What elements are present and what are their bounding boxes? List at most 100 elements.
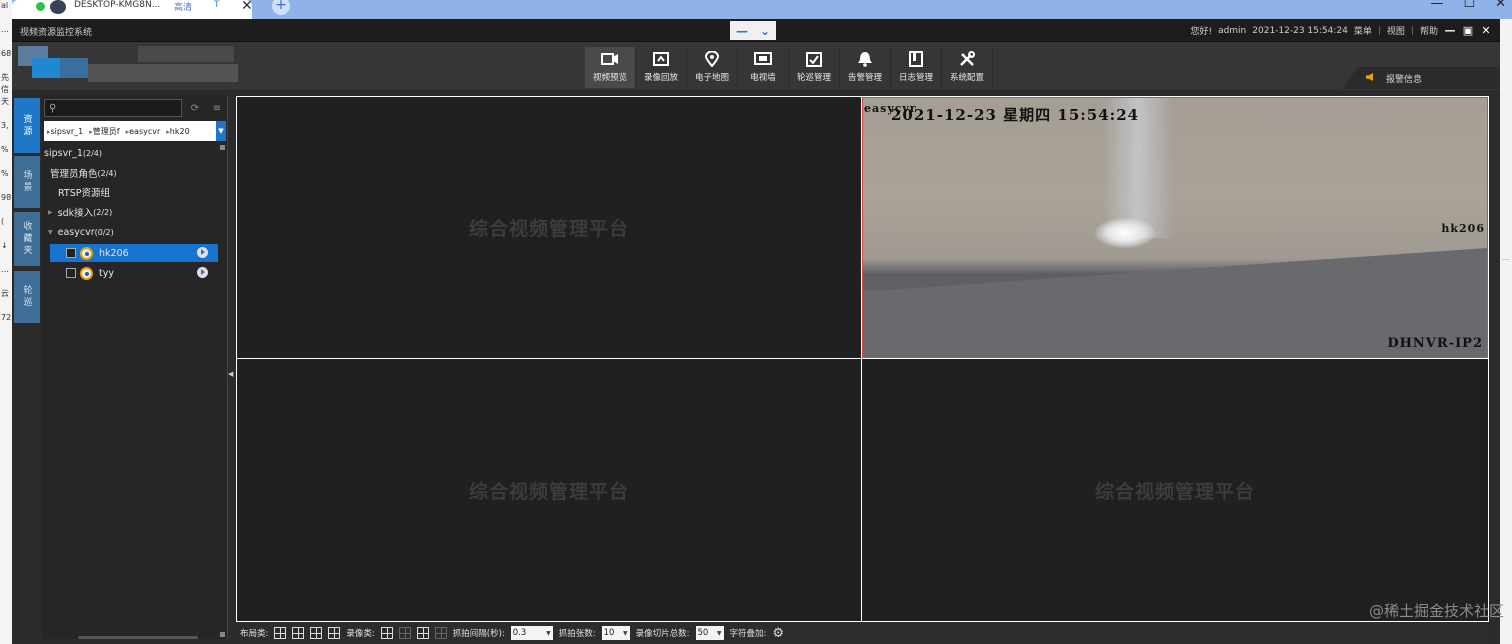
layout-4-grid-icon[interactable] [274, 627, 287, 639]
tree-node-admin-role[interactable]: 管理员角色 (2/4) [50, 164, 117, 182]
tree-node-sdk[interactable]: ▶ sdk接入 (2/2) [48, 203, 112, 221]
current-datetime: 2021-12-23 15:54:24 [1252, 25, 1348, 36]
close-tab-icon[interactable]: ✕ [241, 0, 253, 14]
capture-count-label: 抓拍张数: [558, 629, 596, 639]
collapse-caret-icon[interactable]: ▼ [48, 229, 53, 236]
browser-tab[interactable]: DESKTOP-KMG8N... 高清 T ✕ [12, 0, 253, 19]
tree-node-count: (2/4) [97, 168, 117, 178]
browser-minimize-icon[interactable]: — [1430, 0, 1443, 11]
background-text-fragment: … [1, 265, 9, 274]
recording-dot-icon [36, 2, 45, 11]
osd-datetime: 2021-12-23 星期四 15:54:24 [891, 106, 1140, 124]
layout-single-icon[interactable] [310, 627, 323, 639]
background-text-fragment: 72 [1, 313, 12, 322]
overlay-label: 字符叠加: [729, 629, 767, 639]
device-row-tyy[interactable]: tyy [50, 264, 218, 282]
horizontal-scrollbar[interactable] [78, 636, 198, 639]
breadcrumb-item[interactable]: 管理员f [86, 126, 122, 137]
record-grid-icon[interactable] [380, 627, 393, 639]
alarm-info-tab[interactable]: 报警信息 [1342, 67, 1500, 89]
slice-total-select[interactable]: 50 ▼ [695, 626, 724, 640]
collapse-panel-icon[interactable]: ◀ [228, 370, 234, 380]
browser-tab-quality[interactable]: 高清 [174, 0, 192, 13]
list-icon[interactable]: ≡ [208, 99, 226, 117]
patrol-check-icon [805, 51, 823, 67]
play-icon[interactable] [197, 267, 208, 278]
nav-button-bell[interactable]: 告警管理 [840, 47, 891, 88]
chevron-down-icon[interactable]: ⌄ [760, 24, 770, 38]
minus-icon[interactable]: — [736, 24, 748, 38]
nav-button-label: 告警管理 [847, 73, 882, 83]
capture-count-select[interactable]: 10 ▼ [601, 626, 630, 640]
video-cell-2-live[interactable]: easycvr 2021-12-23 星期四 15:54:24 hk206 DH… [862, 97, 1488, 358]
scroll-down-marker[interactable] [220, 632, 225, 637]
tree-node-easycvr[interactable]: ▼ easycvr (0/2) [48, 223, 114, 241]
app-title: 视频资源监控系统 [20, 28, 93, 38]
close-icon[interactable]: ✕ [1480, 24, 1492, 37]
background-text-fragment: 68 [1, 49, 12, 58]
maximize-icon[interactable]: ▣ [1462, 24, 1474, 37]
breadcrumb-dropdown-icon[interactable]: ▼ [216, 121, 226, 141]
nav-button-label: 电子地图 [694, 73, 729, 83]
nav-button-log-book[interactable]: 日志管理 [891, 47, 942, 88]
layout-custom-icon[interactable] [328, 627, 341, 639]
menu-link[interactable]: 菜单 [1354, 24, 1372, 37]
map-pin-icon [703, 51, 721, 67]
log-book-icon [907, 51, 925, 67]
device-checkbox[interactable] [66, 248, 76, 258]
bottom-toolbar: 布局类: 录像类: 抓拍间隔(秒): 0.3 ▼ 抓拍张数: 10 ▼ 录像切片… [236, 622, 1489, 644]
gear-icon[interactable]: ⚙ [772, 626, 784, 641]
window-mode-box[interactable]: — ⌄ [730, 21, 776, 40]
breadcrumb-item[interactable]: sipsvr_1 [44, 127, 86, 136]
new-tab-button[interactable]: + [272, 0, 290, 15]
capture-interval-select[interactable]: 0.3 ▼ [510, 626, 553, 640]
side-tab-1[interactable]: 场景 [14, 156, 40, 208]
resource-tree-panel: ⚲ ⟳ ≡ sipsvr_1 管理员f easycvr hk20 ▼ sipsv… [42, 95, 228, 639]
browser-tab-extra: T [214, 0, 220, 10]
view-link[interactable]: 视图 [1387, 24, 1405, 37]
tree-node-count: (0/2) [94, 227, 114, 237]
nav-button-tools[interactable]: 系统配置 [942, 47, 993, 88]
layout-9-grid-icon[interactable] [292, 627, 305, 639]
breadcrumb-item[interactable]: easycvr [123, 127, 164, 136]
nav-button-label: 系统配置 [949, 73, 984, 83]
capture-interval-value: 0.3 [512, 628, 527, 638]
browser-maximize-icon[interactable]: ☐ [1463, 0, 1475, 11]
nav-button-video-camera[interactable]: 视频预览 [585, 47, 636, 88]
browser-close-icon[interactable]: ✕ [1495, 0, 1506, 11]
side-tab-3[interactable]: 轮巡 [14, 271, 40, 323]
video-placeholder: 综合视频管理平台 [468, 480, 629, 503]
alarm-info-label: 报警信息 [1386, 74, 1423, 85]
side-tab-0[interactable]: 资源 [14, 98, 40, 153]
device-checkbox[interactable] [66, 268, 76, 278]
tree-node-root[interactable]: sipsvr_1 (2/4) [44, 144, 102, 162]
minimize-icon[interactable]: — [1444, 24, 1456, 37]
search-box[interactable]: ⚲ [44, 99, 182, 117]
live-video-frame: easycvr 2021-12-23 星期四 15:54:24 hk206 DH… [863, 98, 1487, 357]
tree-node-label: sdk接入 [57, 208, 94, 219]
record-fit-icon[interactable] [416, 627, 429, 639]
refresh-icon[interactable]: ⟳ [186, 99, 204, 117]
video-placeholder: 综合视频管理平台 [1094, 480, 1255, 503]
background-text-fragment: al [1, 1, 9, 10]
video-cell-3[interactable]: 综合视频管理平台 [237, 359, 861, 621]
nav-button-playback[interactable]: 录像回放 [636, 47, 687, 88]
expand-caret-icon[interactable]: ▶ [48, 209, 53, 216]
search-input[interactable] [60, 103, 161, 113]
help-link[interactable]: 帮助 [1420, 24, 1438, 37]
background-text-fragment: ↓ [1, 241, 8, 250]
scroll-up-marker[interactable] [220, 145, 225, 150]
nav-button-map-pin[interactable]: 电子地图 [687, 47, 738, 88]
nav-button-patrol-check[interactable]: 轮巡管理 [789, 47, 840, 88]
tree-node-rtsp-group[interactable]: RTSP资源组 [58, 183, 110, 201]
nav-button-tv-wall[interactable]: 电视墙 [738, 47, 789, 88]
app-title-bar: 视频资源监控系统 — ⌄ 您好! admin 2021-12-23 15:54:… [12, 19, 1500, 42]
title-bar-info: 您好! admin 2021-12-23 15:54:24 菜单 | 视图 | … [1190, 24, 1492, 37]
background-text-fragment: 先信 [1, 73, 9, 94]
video-cell-4[interactable]: 综合视频管理平台 [862, 359, 1488, 621]
device-row-hk206[interactable]: hk206 [50, 244, 218, 262]
breadcrumb-item[interactable]: hk20 [163, 127, 192, 136]
side-tab-2[interactable]: 收藏夹 [14, 212, 40, 266]
video-cell-1[interactable]: 综合视频管理平台 [237, 97, 861, 358]
play-icon[interactable] [197, 247, 208, 258]
